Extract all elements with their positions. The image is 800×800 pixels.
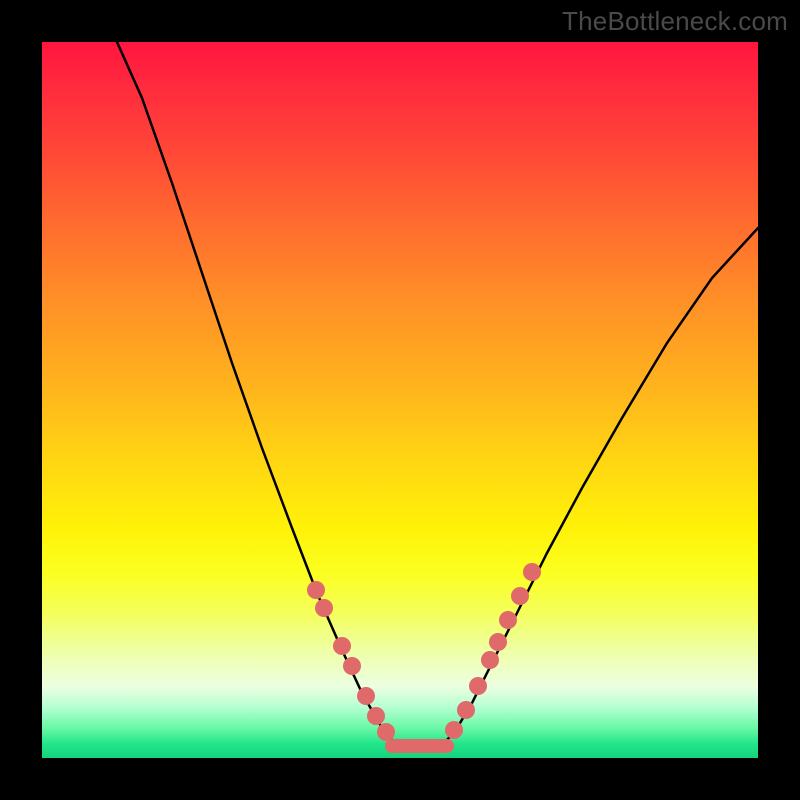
data-dot bbox=[333, 637, 351, 655]
data-dot bbox=[367, 707, 385, 725]
chart-svg bbox=[42, 42, 758, 758]
watermark-text: TheBottleneck.com bbox=[562, 6, 788, 37]
left-curve bbox=[117, 42, 392, 740]
data-dot bbox=[445, 721, 463, 739]
data-dot bbox=[489, 633, 507, 651]
data-dot bbox=[457, 701, 475, 719]
dots-left bbox=[307, 581, 395, 741]
plot-area bbox=[42, 42, 758, 758]
data-dot bbox=[315, 599, 333, 617]
data-dot bbox=[523, 563, 541, 581]
data-dot bbox=[307, 581, 325, 599]
data-dot bbox=[377, 723, 395, 741]
data-dot bbox=[481, 651, 499, 669]
data-dot bbox=[499, 611, 517, 629]
data-dot bbox=[511, 587, 529, 605]
data-dot bbox=[357, 687, 375, 705]
data-dot bbox=[343, 657, 361, 675]
chart-frame: TheBottleneck.com bbox=[0, 0, 800, 800]
dots-right bbox=[445, 563, 541, 739]
data-dot bbox=[469, 677, 487, 695]
